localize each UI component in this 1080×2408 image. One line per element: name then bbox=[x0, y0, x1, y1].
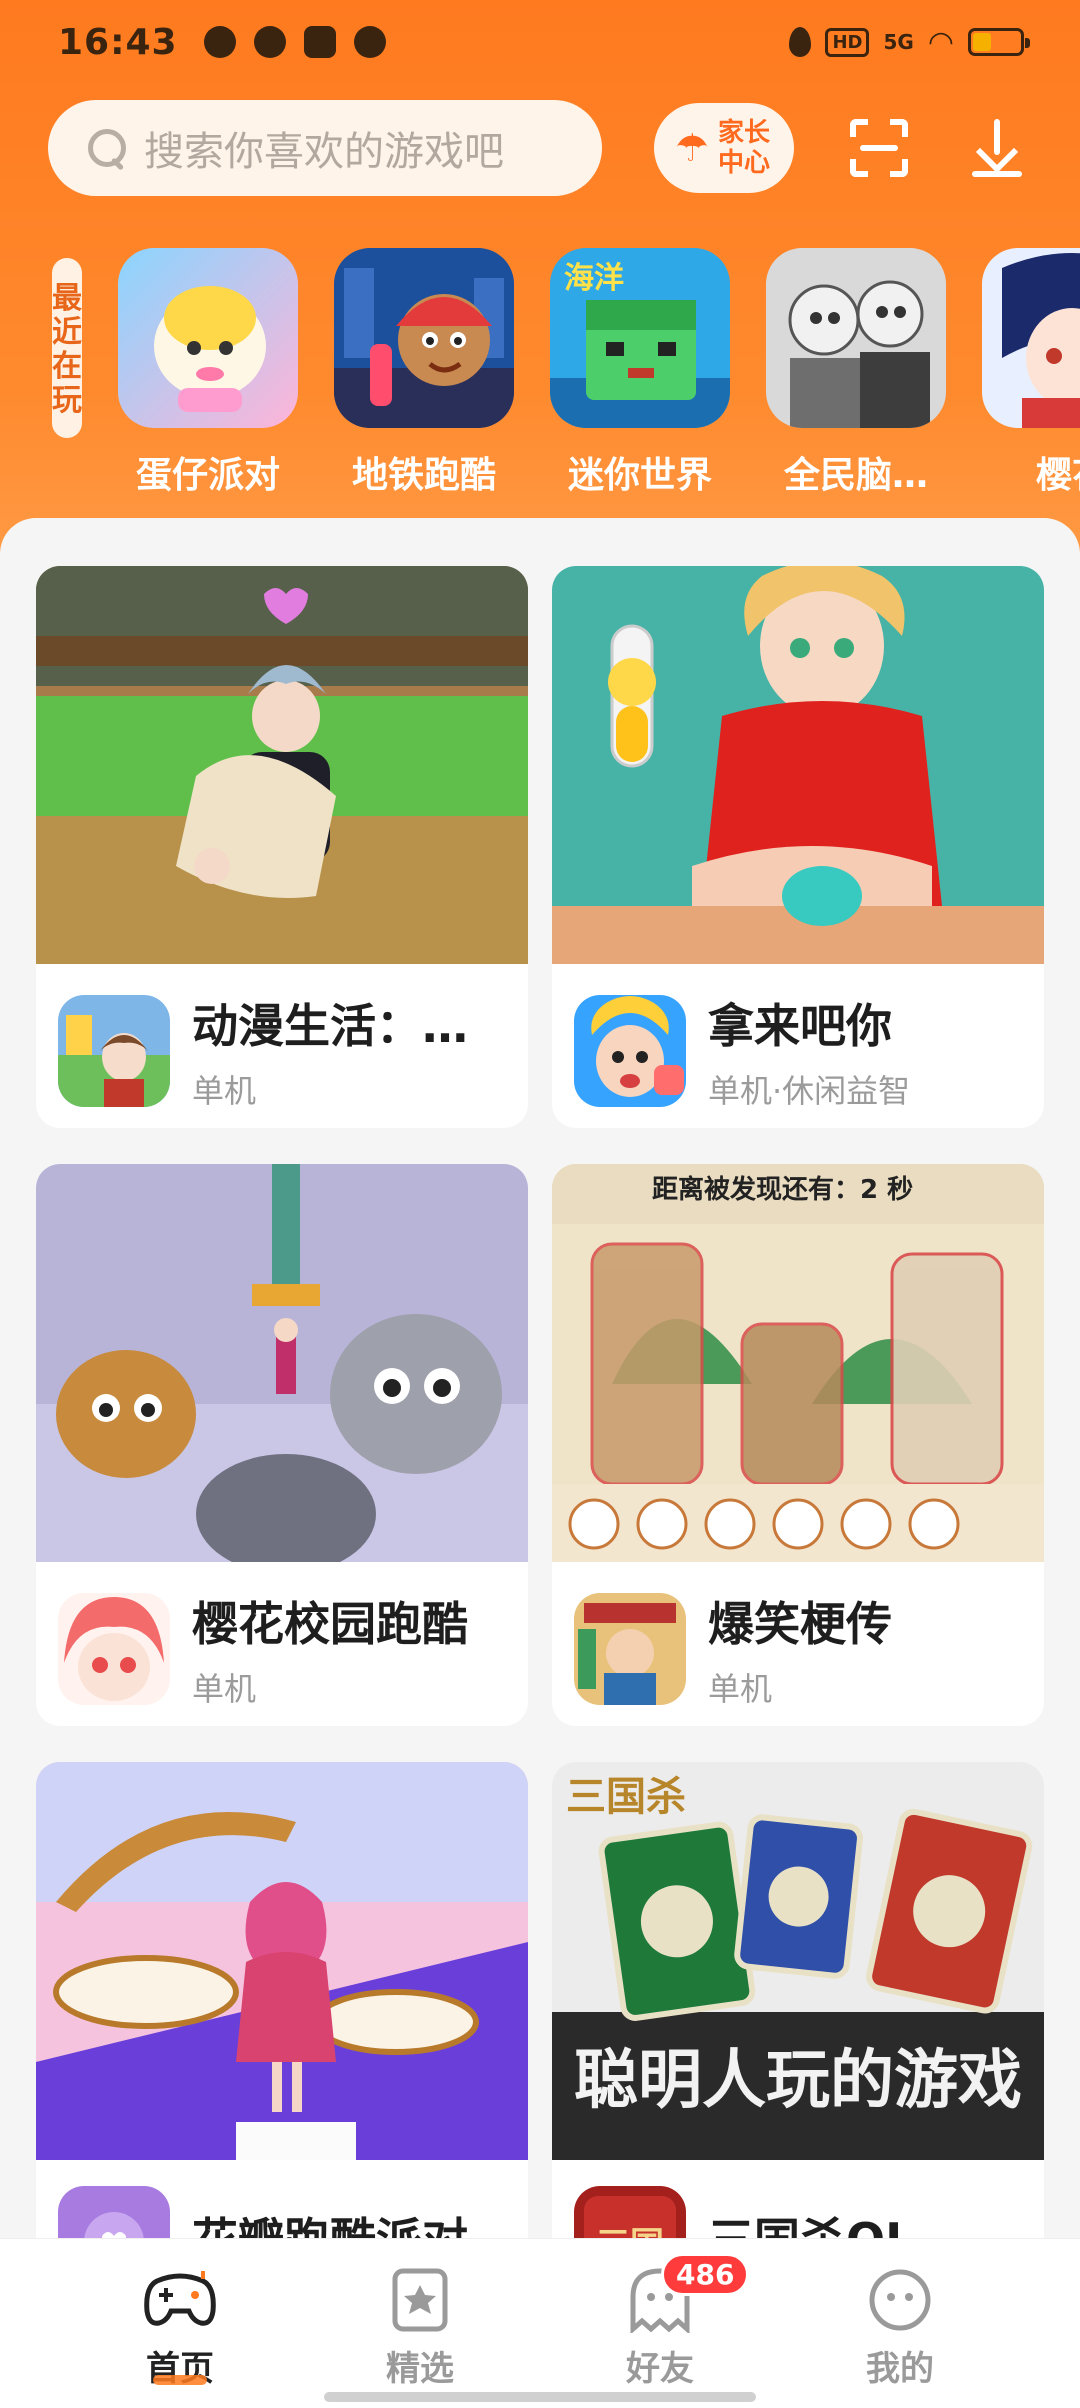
battery-icon bbox=[968, 28, 1030, 56]
game-icon bbox=[58, 995, 170, 1107]
game-card[interactable]: 距离被发现还有：2 秒 爆笑梗传 单机 bbox=[552, 1164, 1044, 1726]
game-feed: 动漫生活：… 单机 拿来吧你 单机·休闲益智 樱花校园跑酷 单机 距离被发现还有… bbox=[0, 518, 1080, 2324]
game-screenshot: 距离被发现还有：2 秒 bbox=[552, 1164, 1044, 1562]
game-thumbnail bbox=[982, 248, 1080, 428]
recent-game-item[interactable]: 地铁跑酷 bbox=[334, 248, 514, 508]
search-icon bbox=[86, 127, 128, 169]
game-screenshot bbox=[36, 1164, 528, 1562]
recent-game-name: 樱花 bbox=[1035, 455, 1080, 496]
search-input[interactable]: 搜索你喜欢的游戏吧 bbox=[48, 100, 602, 196]
smiley-icon bbox=[863, 2267, 937, 2333]
game-screenshot: 三国杀 聪明人玩的游戏 bbox=[552, 1762, 1044, 2160]
game-title: 爆笑梗传 bbox=[708, 1597, 892, 1651]
nav-me[interactable]: 我的 bbox=[825, 2267, 975, 2408]
game-thumbnail bbox=[766, 248, 946, 428]
recent-game-item[interactable]: 樱花 bbox=[982, 248, 1080, 508]
scan-icon[interactable] bbox=[850, 119, 908, 177]
wechat-icon bbox=[203, 26, 236, 58]
nav-friends[interactable]: 486 好友 bbox=[585, 2253, 750, 2408]
recent-game-name: 蛋仔派对 bbox=[135, 455, 280, 496]
parent-center-button[interactable]: ☂ 家长中心 bbox=[654, 103, 794, 193]
recent-game-item[interactable]: 全民脑… bbox=[766, 248, 946, 508]
nav-label: 我的 bbox=[866, 2349, 934, 2389]
nav-featured[interactable]: 精选 bbox=[345, 2267, 495, 2408]
nav-label: 好友 bbox=[626, 2349, 694, 2389]
wifi-icon: ◠ bbox=[927, 24, 954, 60]
game-thumbnail bbox=[118, 248, 298, 428]
game-title: 樱花校园跑酷 bbox=[192, 1597, 468, 1651]
svg-text:三国杀: 三国杀 bbox=[566, 1773, 686, 1820]
parent-center-label: 家长中心 bbox=[718, 118, 771, 178]
friends-badge: 486 bbox=[661, 2253, 750, 2296]
recent-game-name: 全民脑… bbox=[783, 455, 928, 496]
download-icon[interactable] bbox=[972, 119, 1022, 177]
notification-icons bbox=[203, 26, 386, 58]
game-card[interactable]: 拿来吧你 单机·休闲益智 bbox=[552, 566, 1044, 1128]
game-thumbnail bbox=[334, 248, 514, 428]
compass-icon bbox=[353, 26, 386, 58]
status-right: HD 5G ◠ bbox=[789, 24, 1030, 60]
recent-game-name: 地铁跑酷 bbox=[351, 455, 496, 496]
game-tags: 单机 bbox=[192, 1670, 257, 1708]
home-indicator[interactable] bbox=[324, 2392, 756, 2402]
search-placeholder: 搜索你喜欢的游戏吧 bbox=[144, 129, 504, 175]
game-icon bbox=[58, 1593, 170, 1705]
nav-label: 精选 bbox=[386, 2349, 454, 2389]
game-icon bbox=[574, 995, 686, 1107]
svg-text:海洋: 海洋 bbox=[564, 261, 624, 296]
active-indicator bbox=[153, 2375, 207, 2385]
star-bookmark-icon bbox=[383, 2267, 457, 2333]
game-tags: 单机·休闲益智 bbox=[708, 1072, 911, 1110]
status-bar: 16:43 HD 5G ◠ bbox=[0, 0, 1080, 84]
nav-home[interactable]: 首页 bbox=[105, 2267, 255, 2408]
bottom-nav: 首页 精选 486 好友 我的 bbox=[0, 2238, 1080, 2408]
location-icon bbox=[789, 27, 812, 57]
game-card[interactable]: 樱花校园跑酷 单机 bbox=[36, 1164, 528, 1726]
search-row: 搜索你喜欢的游戏吧 ☂ 家长中心 bbox=[48, 100, 1038, 196]
app-notification-icon bbox=[303, 26, 336, 58]
game-title: 拿来吧你 bbox=[708, 999, 892, 1053]
status-time: 16:43 bbox=[58, 21, 178, 63]
game-icon bbox=[574, 1593, 686, 1705]
message-icon bbox=[253, 26, 286, 58]
recent-game-item[interactable]: 蛋仔派对 bbox=[118, 248, 298, 508]
game-screenshot bbox=[36, 1762, 528, 2160]
recent-tag: 最近在玩 bbox=[52, 258, 82, 438]
signal-icon: 5G bbox=[883, 30, 914, 54]
recent-game-item[interactable]: 海洋 迷你世界 bbox=[550, 248, 730, 508]
game-tags: 单机 bbox=[708, 1670, 773, 1708]
game-screenshot bbox=[552, 566, 1044, 964]
recent-games-row: 最近在玩 蛋仔派对 地铁跑酷 海洋 迷你世界 全民脑… 樱 bbox=[52, 248, 1080, 508]
game-screenshot-caption: 聪明人玩的游戏 bbox=[574, 2043, 1022, 2118]
game-title: 动漫生活：… bbox=[192, 999, 468, 1053]
game-screenshot bbox=[36, 566, 528, 964]
gamepad-icon bbox=[143, 2267, 217, 2333]
game-card[interactable]: 动漫生活：… 单机 bbox=[36, 566, 528, 1128]
game-thumbnail: 海洋 bbox=[550, 248, 730, 428]
game-tags: 单机 bbox=[192, 1072, 257, 1110]
umbrella-icon: ☂ bbox=[674, 126, 710, 170]
recent-game-name: 迷你世界 bbox=[567, 455, 712, 496]
hd-icon: HD bbox=[825, 27, 870, 57]
game-screenshot-caption: 距离被发现还有：2 秒 bbox=[652, 1174, 913, 1205]
